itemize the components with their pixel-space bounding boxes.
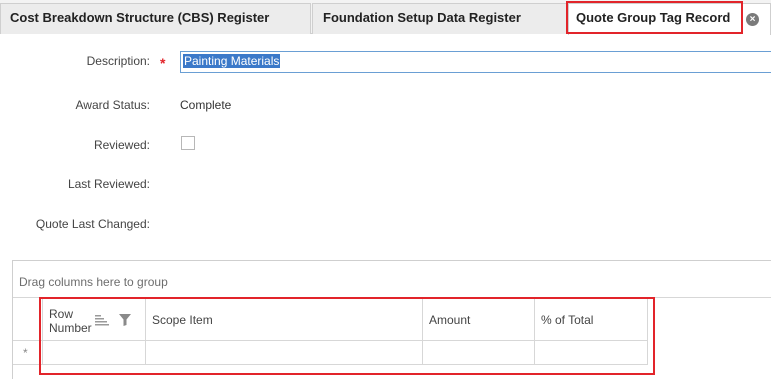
- row-selector-header: [13, 298, 43, 341]
- tab-label: Foundation Setup Data Register: [323, 10, 521, 25]
- column-header-scope-item[interactable]: Scope Item: [146, 298, 423, 341]
- description-value: Painting Materials: [183, 54, 281, 68]
- sort-icon[interactable]: [95, 315, 109, 326]
- new-row-cell-scope-item[interactable]: [146, 341, 423, 365]
- tab-strip: Cost Breakdown Structure (CBS) Register …: [0, 0, 771, 35]
- column-header-label: Amount: [429, 313, 471, 327]
- new-row-indicator: *: [13, 341, 43, 365]
- quote-last-changed-label: Quote Last Changed:: [35, 217, 150, 231]
- tab-label: Quote Group Tag Record: [576, 10, 731, 25]
- column-header-row-number[interactable]: Row Number: [43, 298, 146, 341]
- description-label: Description:: [86, 54, 150, 68]
- filter-icon[interactable]: [119, 314, 131, 326]
- column-header-pct-total[interactable]: % of Total: [535, 298, 648, 341]
- column-header-label: Row: [49, 307, 74, 321]
- new-row-cell-amount[interactable]: [423, 341, 535, 365]
- new-row-cell-pct-total[interactable]: [535, 341, 648, 365]
- column-header-label: % of Total: [541, 313, 594, 327]
- group-panel-text: Drag columns here to group: [19, 275, 168, 289]
- tab-label: Cost Breakdown Structure (CBS) Register: [10, 10, 270, 25]
- close-icon[interactable]: ×: [746, 13, 759, 26]
- new-row-cell-row-number[interactable]: [43, 341, 146, 365]
- required-marker: *: [160, 55, 166, 71]
- award-status-value: Complete: [180, 98, 232, 112]
- scope-grid: Drag columns here to group Row Number Sc…: [12, 260, 771, 379]
- award-status-label: Award Status:: [75, 98, 150, 112]
- tab-foundation-setup[interactable]: Foundation Setup Data Register: [312, 3, 567, 34]
- tab-quote-group-tag-record[interactable]: Quote Group Tag Record ×: [568, 3, 771, 35]
- tab-cbs-register[interactable]: Cost Breakdown Structure (CBS) Register: [0, 3, 311, 34]
- column-header-amount[interactable]: Amount: [423, 298, 535, 341]
- reviewed-checkbox[interactable]: [181, 136, 195, 150]
- column-header-label: Scope Item: [152, 313, 213, 327]
- description-input[interactable]: Painting Materials: [180, 51, 771, 73]
- reviewed-label: Reviewed:: [93, 138, 150, 152]
- group-panel[interactable]: Drag columns here to group: [13, 261, 771, 298]
- new-row-marker: *: [23, 346, 28, 360]
- column-header-label: Number: [49, 321, 92, 335]
- last-reviewed-label: Last Reviewed:: [67, 177, 150, 191]
